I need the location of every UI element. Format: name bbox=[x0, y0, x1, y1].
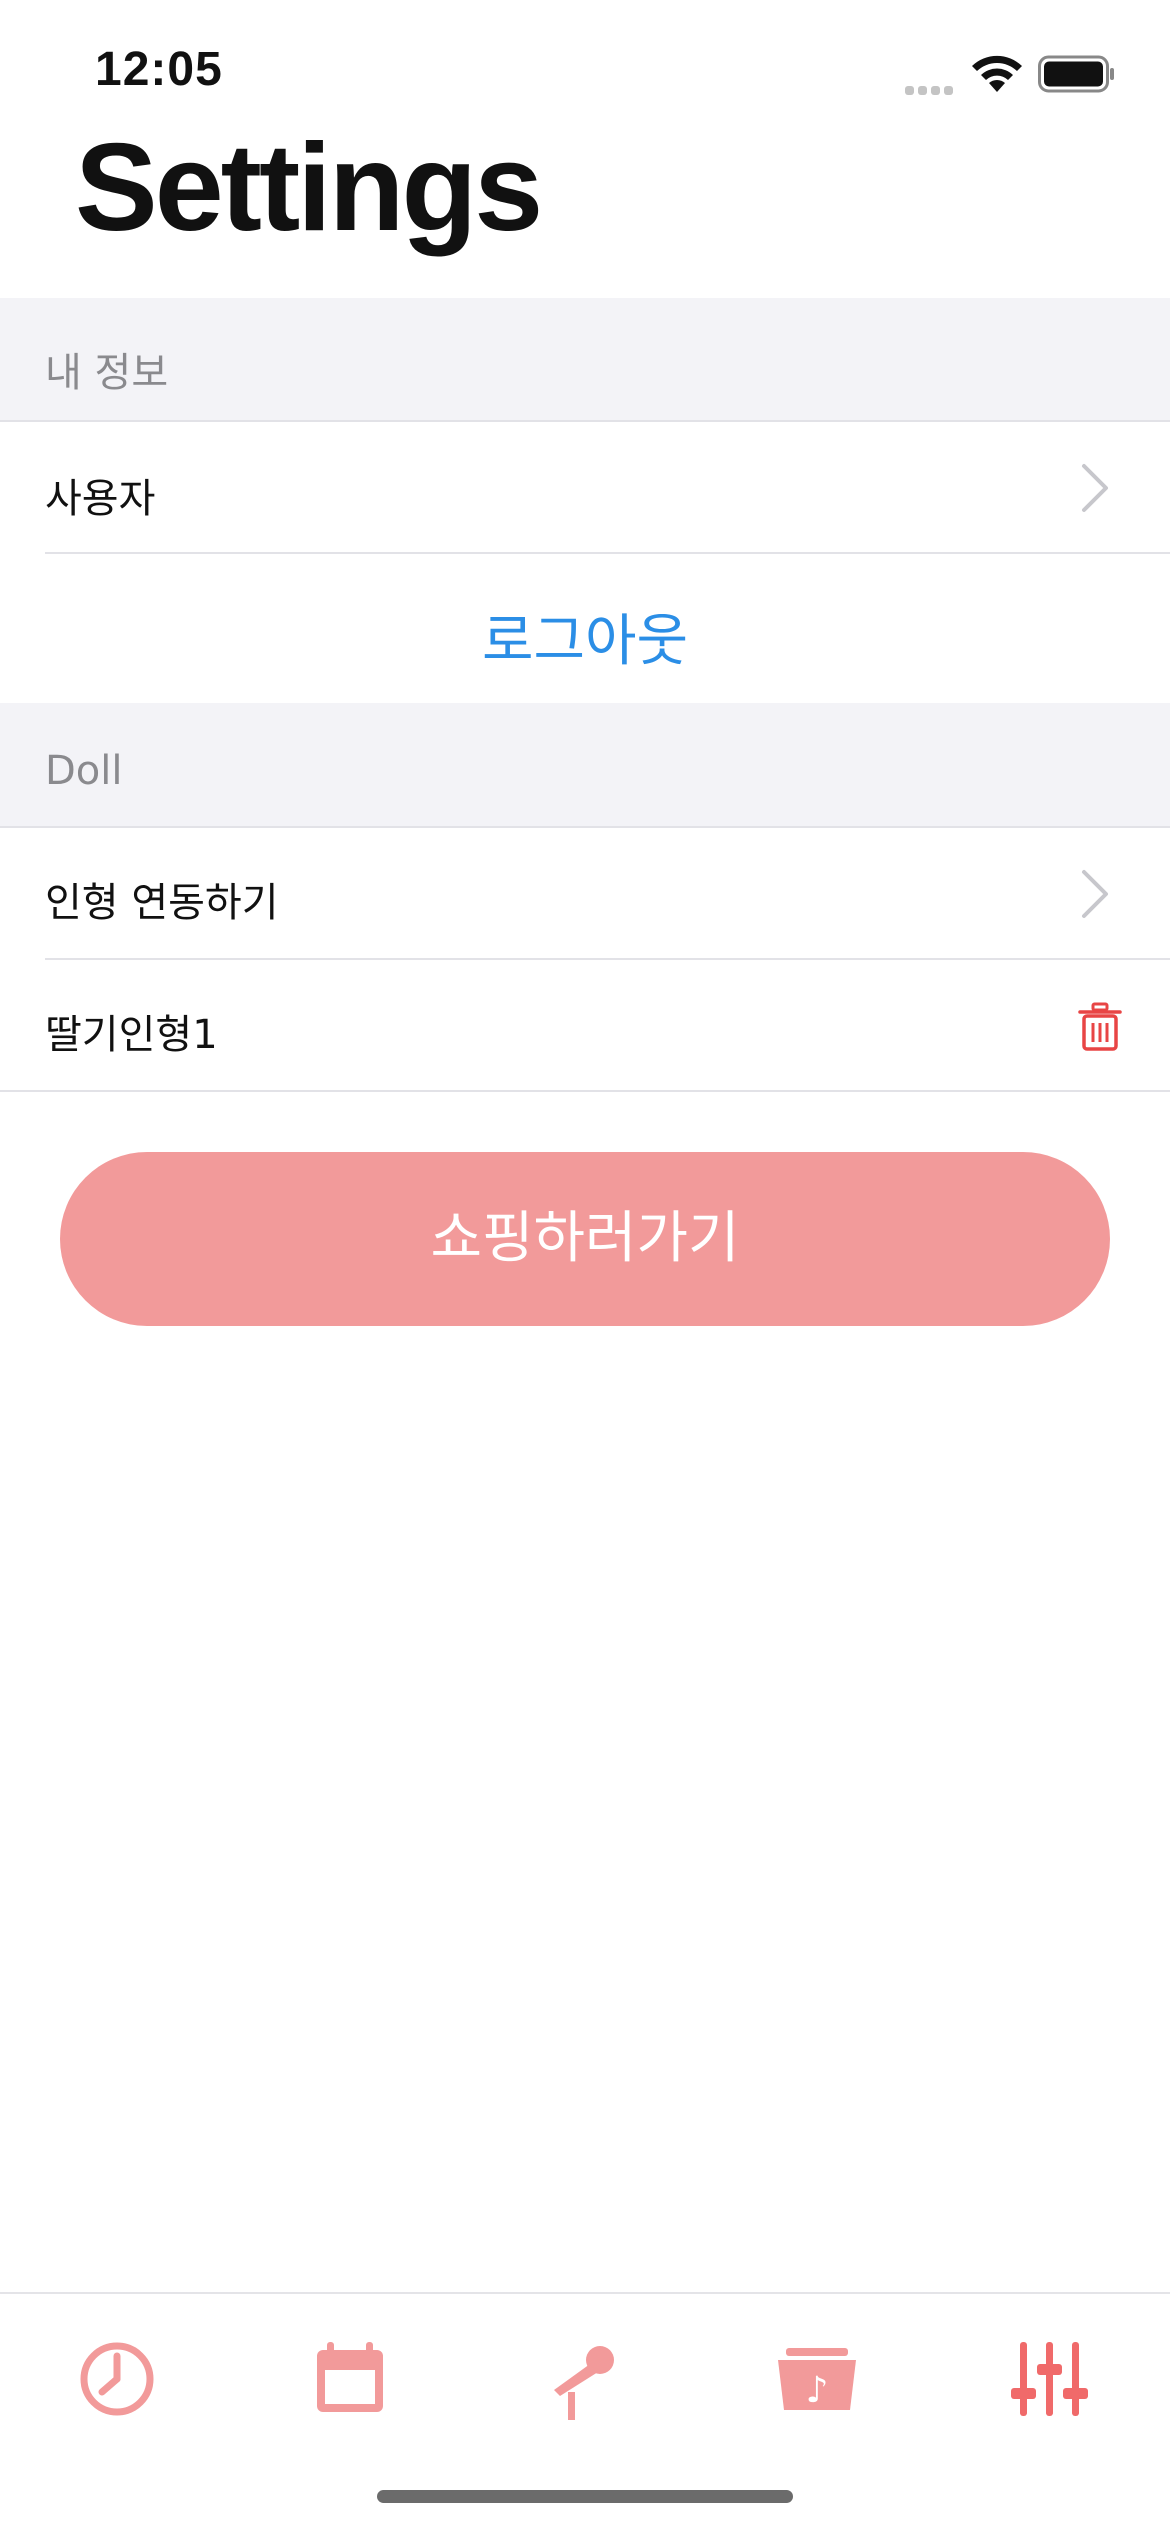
doll-row: 딸기인형1 bbox=[0, 960, 1170, 1092]
link-doll-label: 인형 연동하기 bbox=[45, 880, 279, 926]
svg-text:♪: ♪ bbox=[806, 2370, 829, 2411]
section-header-doll: Doll bbox=[0, 703, 1170, 828]
wifi-icon bbox=[972, 55, 1022, 92]
status-time: 12:05 bbox=[95, 43, 223, 96]
logout-button[interactable]: 로그아웃 bbox=[0, 596, 1170, 677]
chevron-right-icon bbox=[1082, 464, 1108, 512]
section-header-my-info: 내 정보 bbox=[0, 298, 1170, 422]
calendar-icon[interactable] bbox=[305, 2334, 395, 2424]
clock-icon[interactable] bbox=[72, 2334, 162, 2424]
user-row[interactable]: 사용자 bbox=[0, 422, 1170, 554]
trash-icon[interactable] bbox=[1078, 1002, 1122, 1052]
go-shopping-button[interactable]: 쇼핑하러가기 bbox=[60, 1152, 1110, 1326]
logout-row[interactable]: 로그아웃 bbox=[0, 554, 1170, 703]
cellular-signal-icon bbox=[905, 80, 957, 99]
page-title: Settings bbox=[75, 119, 543, 257]
section-header-label: 내 정보 bbox=[45, 350, 169, 396]
link-doll-row[interactable]: 인형 연동하기 bbox=[0, 828, 1170, 960]
doll-name: 딸기인형1 bbox=[45, 1012, 218, 1058]
microphone-icon[interactable] bbox=[540, 2334, 630, 2424]
user-row-label: 사용자 bbox=[45, 476, 156, 522]
divider bbox=[0, 1090, 1170, 1092]
section-header-label: Doll bbox=[45, 748, 123, 794]
battery-icon bbox=[1038, 55, 1114, 93]
sliders-icon[interactable] bbox=[1005, 2334, 1095, 2424]
music-folder-icon[interactable]: ♪ bbox=[772, 2334, 862, 2424]
chevron-right-icon bbox=[1082, 870, 1108, 918]
home-indicator bbox=[377, 2490, 793, 2503]
